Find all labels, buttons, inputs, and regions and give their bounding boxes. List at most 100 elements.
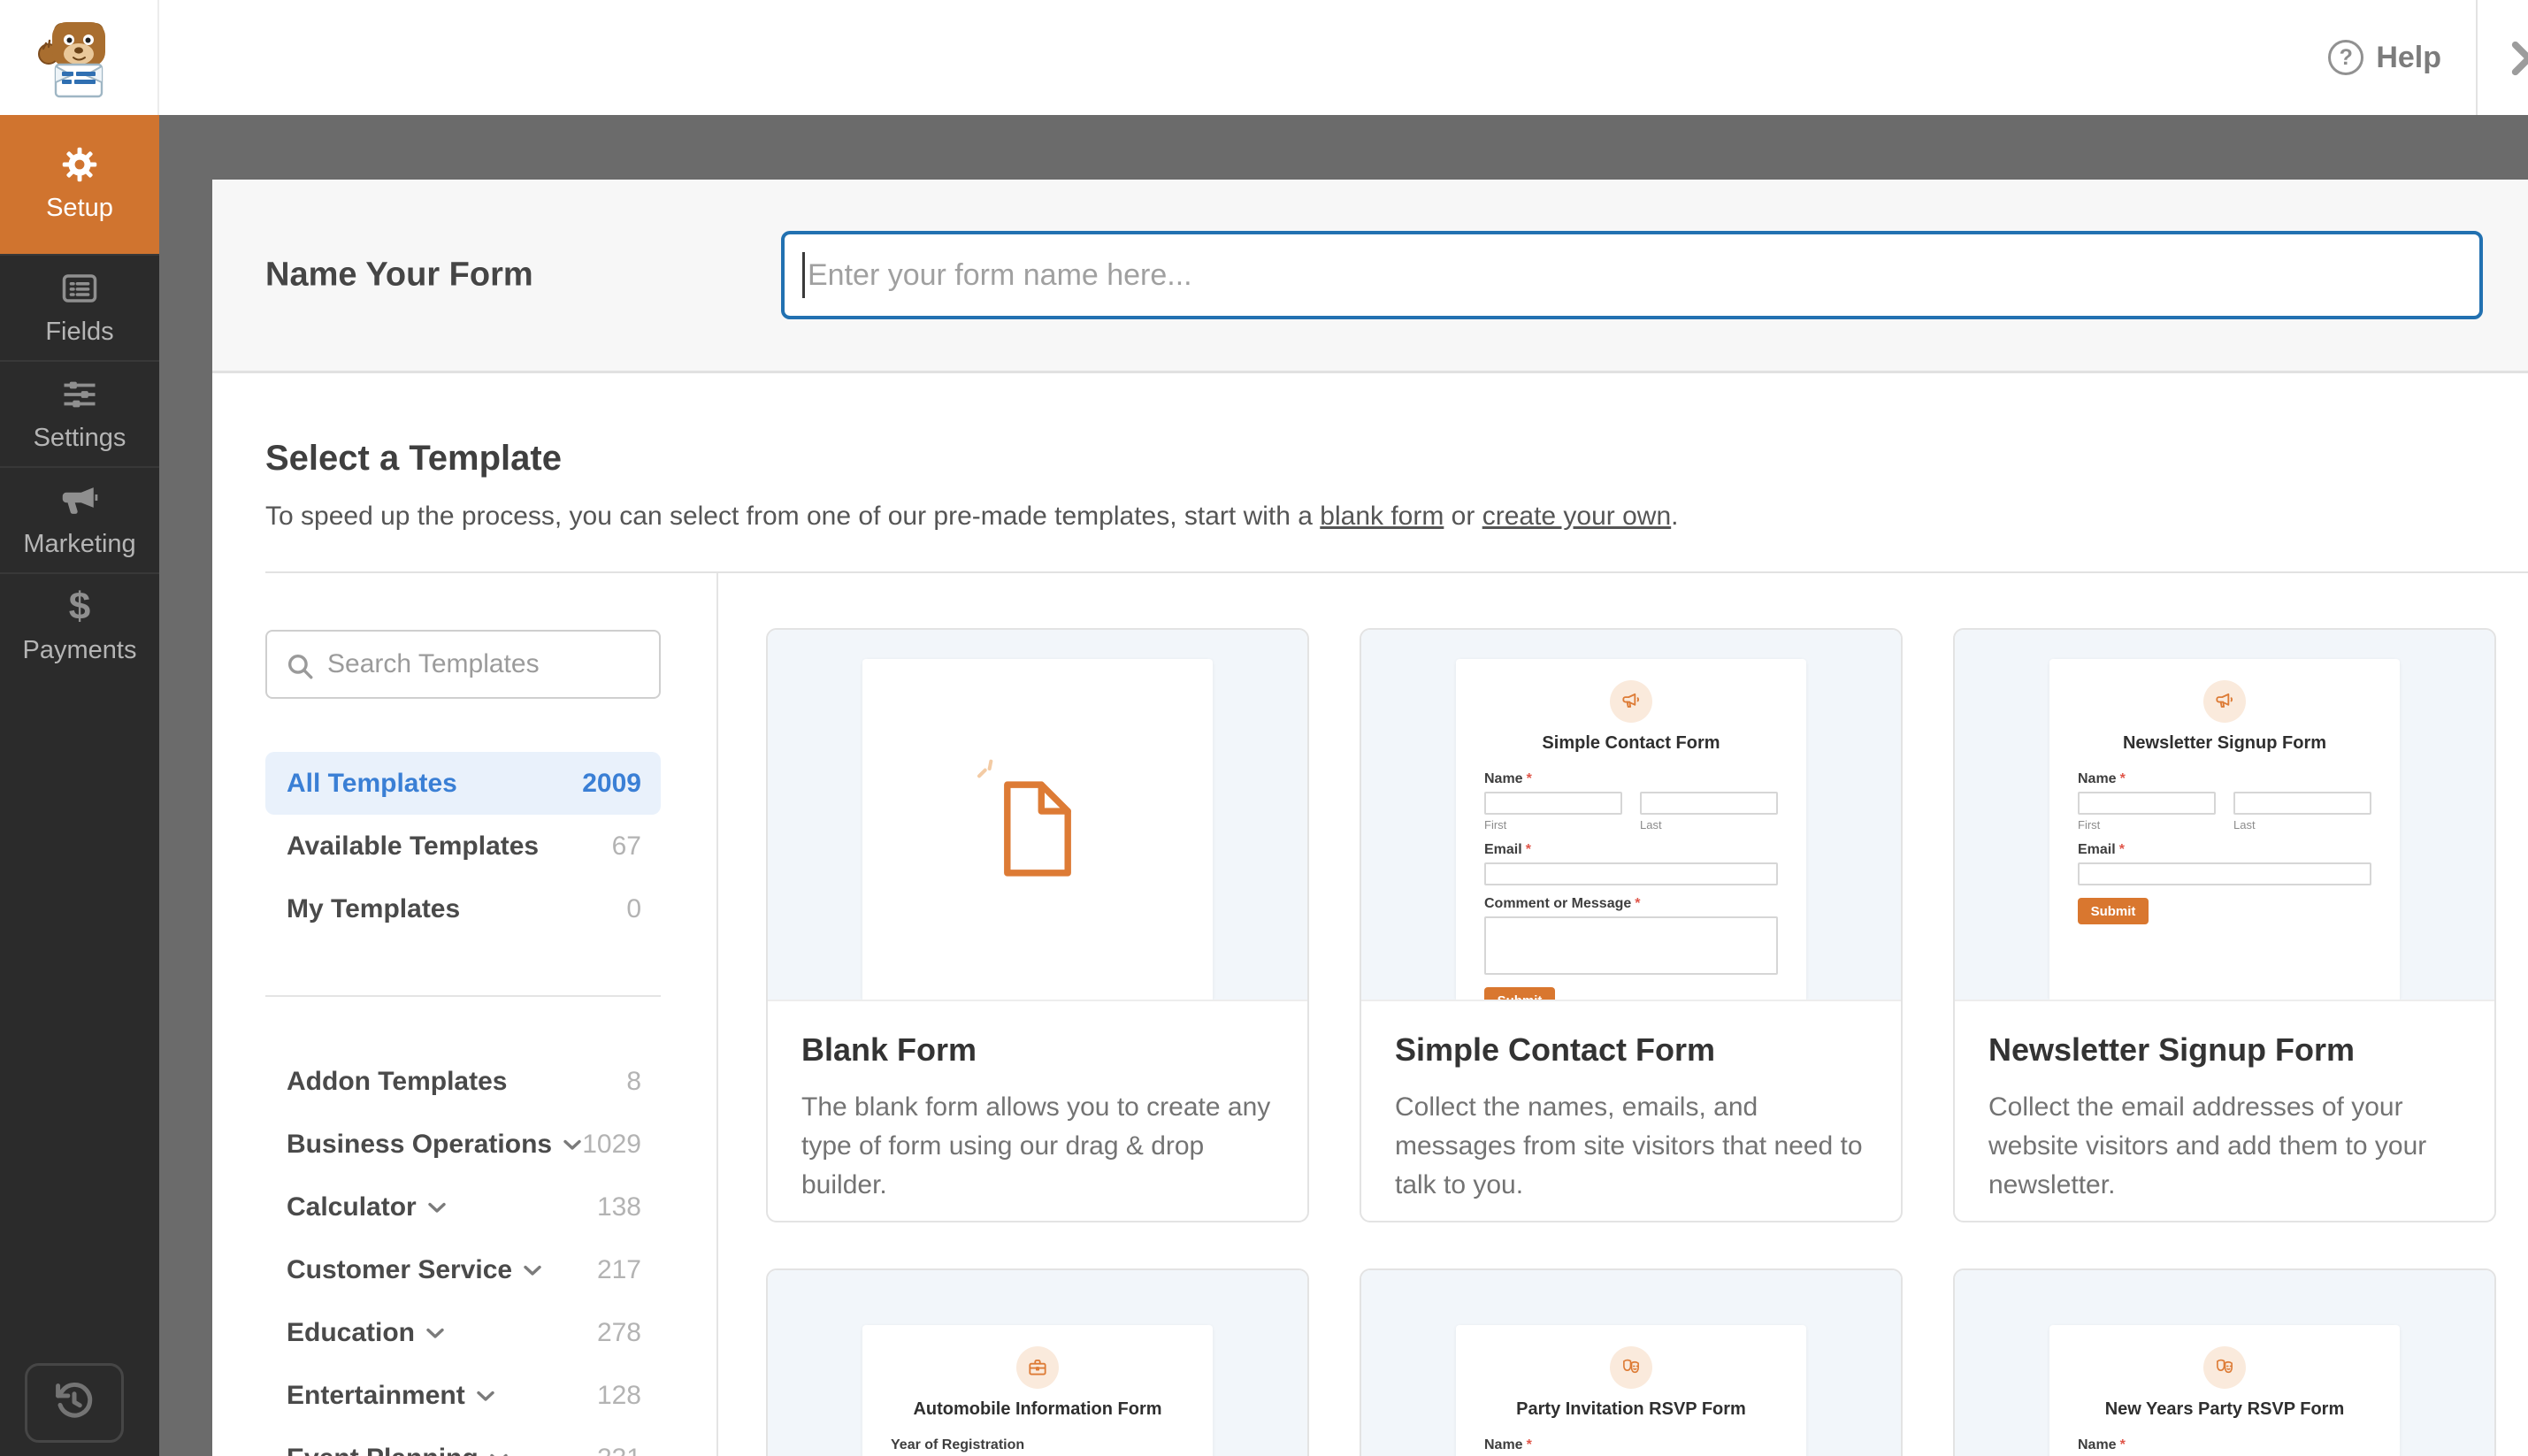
sublabel-last: Last xyxy=(1640,818,1662,831)
category-label: Available Templates xyxy=(287,831,540,861)
category-calculator[interactable]: Calculator 138 xyxy=(265,1176,661,1238)
form-name-input[interactable] xyxy=(781,231,2483,319)
sidebar-item-settings[interactable]: Settings xyxy=(0,360,159,466)
category-count: 278 xyxy=(596,1317,641,1347)
category-entertainment[interactable]: Entertainment 128 xyxy=(265,1364,661,1427)
sublabel-last: Last xyxy=(2233,818,2256,831)
category-count: 2009 xyxy=(582,768,641,798)
category-education[interactable]: Education 278 xyxy=(265,1301,661,1364)
dollar-icon: $ xyxy=(68,584,91,628)
preview-form-title: Newsletter Signup Form xyxy=(2122,733,2327,753)
sidebar-item-fields[interactable]: Fields xyxy=(0,254,159,360)
form-name-input-wrap xyxy=(781,231,2483,319)
theater-masks-badge-icon xyxy=(2203,1346,2246,1389)
preview-form-title: Party Invitation RSVP Form xyxy=(1516,1399,1746,1419)
category-label: All Templates xyxy=(287,768,457,798)
search-icon xyxy=(287,654,313,679)
category-addon-templates[interactable]: Addon Templates 8 xyxy=(265,1050,661,1113)
category-divider xyxy=(265,995,661,997)
blank-form-link[interactable]: blank form xyxy=(1320,502,1444,531)
category-label: Calculator xyxy=(287,1192,417,1222)
sublabel-first: First xyxy=(2078,818,2101,831)
blank-document-icon xyxy=(1004,780,1071,877)
category-my-templates[interactable]: My Templates 0 xyxy=(265,877,661,940)
category-all-templates[interactable]: All Templates 2009 xyxy=(265,752,661,815)
category-count: 67 xyxy=(611,831,641,861)
wpforms-bear-icon xyxy=(38,22,105,98)
template-filter-column: All Templates 2009 Available Templates 6… xyxy=(265,573,716,1456)
text-caret xyxy=(802,252,805,298)
sidebar-item-label: Fields xyxy=(45,317,114,346)
required-asterisk: * xyxy=(2118,842,2125,857)
chevron-down-icon xyxy=(523,1264,542,1276)
mini-input xyxy=(1484,862,1778,885)
description-text: or xyxy=(1444,502,1482,531)
required-asterisk: * xyxy=(1526,1437,1532,1452)
category-count: 1029 xyxy=(582,1129,641,1159)
sidebar-item-payments[interactable]: $ Payments xyxy=(0,572,159,678)
field-label: Name xyxy=(1484,771,1523,786)
briefcase-badge-icon xyxy=(1016,1346,1059,1389)
help-button[interactable]: ? Help xyxy=(2328,0,2441,115)
create-your-own-link[interactable]: create your own xyxy=(1482,502,1671,531)
megaphone-icon xyxy=(61,482,98,519)
template-card-new-years-party-rsvp-form[interactable]: New Years Party RSVP Form Name* First La… xyxy=(1953,1268,2496,1456)
wpforms-logo[interactable] xyxy=(0,0,159,115)
megaphone-badge-icon xyxy=(2203,680,2246,723)
template-preview: New Years Party RSVP Form Name* First La… xyxy=(1955,1270,2494,1456)
sublabel-first: First xyxy=(1484,818,1507,831)
category-business-operations[interactable]: Business Operations 1029 xyxy=(265,1113,661,1176)
search-templates-input[interactable] xyxy=(267,632,659,697)
mini-input xyxy=(1640,792,1778,815)
category-label: Business Operations xyxy=(287,1129,553,1159)
card-description: The blank form allows you to create any … xyxy=(801,1092,1271,1200)
builder-sidebar: Setup Fields Settings Marketing $ Paymen… xyxy=(0,115,159,1456)
card-description: Collect the names, emails, and messages … xyxy=(1395,1092,1863,1200)
card-title: Newsletter Signup Form xyxy=(1988,1031,2356,1068)
template-preview: Newsletter Signup Form Name * First Last … xyxy=(1955,630,2494,1001)
category-event-planning[interactable]: Event Planning 231 xyxy=(265,1427,661,1456)
category-available-templates[interactable]: Available Templates 67 xyxy=(265,815,661,877)
category-count: 138 xyxy=(596,1192,641,1222)
description-text: To speed up the process, you can select … xyxy=(265,502,1321,531)
setup-panel: Name Your Form Select a Template To spee… xyxy=(212,180,2528,1456)
category-customer-service[interactable]: Customer Service 217 xyxy=(265,1238,661,1301)
chevron-down-icon xyxy=(476,1390,495,1402)
category-count: 0 xyxy=(626,893,641,923)
form-name-row: Name Your Form xyxy=(212,180,2528,373)
required-asterisk: * xyxy=(1525,842,1531,857)
template-card-party-invitation-rsvp-form[interactable]: Party Invitation RSVP Form Name* First L… xyxy=(1360,1268,1903,1456)
template-preview xyxy=(768,630,1307,1001)
help-question-icon: ? xyxy=(2328,40,2364,75)
required-asterisk: * xyxy=(1635,896,1641,911)
history-clock-icon xyxy=(51,1378,97,1429)
template-preview: Simple Contact Form Name * First Last Ema… xyxy=(1361,630,1901,1001)
category-count: 128 xyxy=(596,1380,641,1410)
template-section-header: Select a Template To speed up the proces… xyxy=(212,373,2528,532)
template-card-newsletter-signup-form[interactable]: Newsletter Signup Form Name * First Last … xyxy=(1953,628,2496,1222)
field-label: Comment or Message xyxy=(1484,896,1632,911)
template-preview: Party Invitation RSVP Form Name* First L… xyxy=(1361,1270,1901,1456)
sidebar-item-marketing[interactable]: Marketing xyxy=(0,466,159,572)
template-card-blank-form[interactable]: Blank Form The blank form allows you to … xyxy=(766,628,1309,1222)
template-search-box xyxy=(265,630,661,699)
preview-form-title: Simple Contact Form xyxy=(1542,733,1720,753)
chevron-down-icon xyxy=(489,1452,509,1456)
sidebar-item-label: Payments xyxy=(22,635,137,664)
required-asterisk: * xyxy=(2119,1437,2126,1452)
sliders-icon xyxy=(61,376,98,413)
card-title: Blank Form xyxy=(801,1031,977,1068)
category-label: Event Planning xyxy=(287,1444,479,1456)
preview-form-title: New Years Party RSVP Form xyxy=(2104,1399,2345,1419)
close-builder-icon[interactable] xyxy=(2509,38,2528,79)
revisions-history-button[interactable] xyxy=(25,1363,124,1443)
description-text: . xyxy=(1671,502,1679,531)
chevron-down-icon xyxy=(425,1327,445,1339)
category-label: Addon Templates xyxy=(287,1066,508,1096)
template-card-simple-contact-form[interactable]: Simple Contact Form Name * First Last Ema… xyxy=(1360,628,1903,1222)
template-card-automobile-information-form[interactable]: Automobile Information Form Year of Regi… xyxy=(766,1268,1309,1456)
sidebar-item-setup[interactable]: Setup xyxy=(0,115,159,254)
mini-input xyxy=(2078,792,2216,815)
mini-input xyxy=(2233,792,2371,815)
template-cards-grid: Blank Form The blank form allows you to … xyxy=(718,573,2496,1456)
